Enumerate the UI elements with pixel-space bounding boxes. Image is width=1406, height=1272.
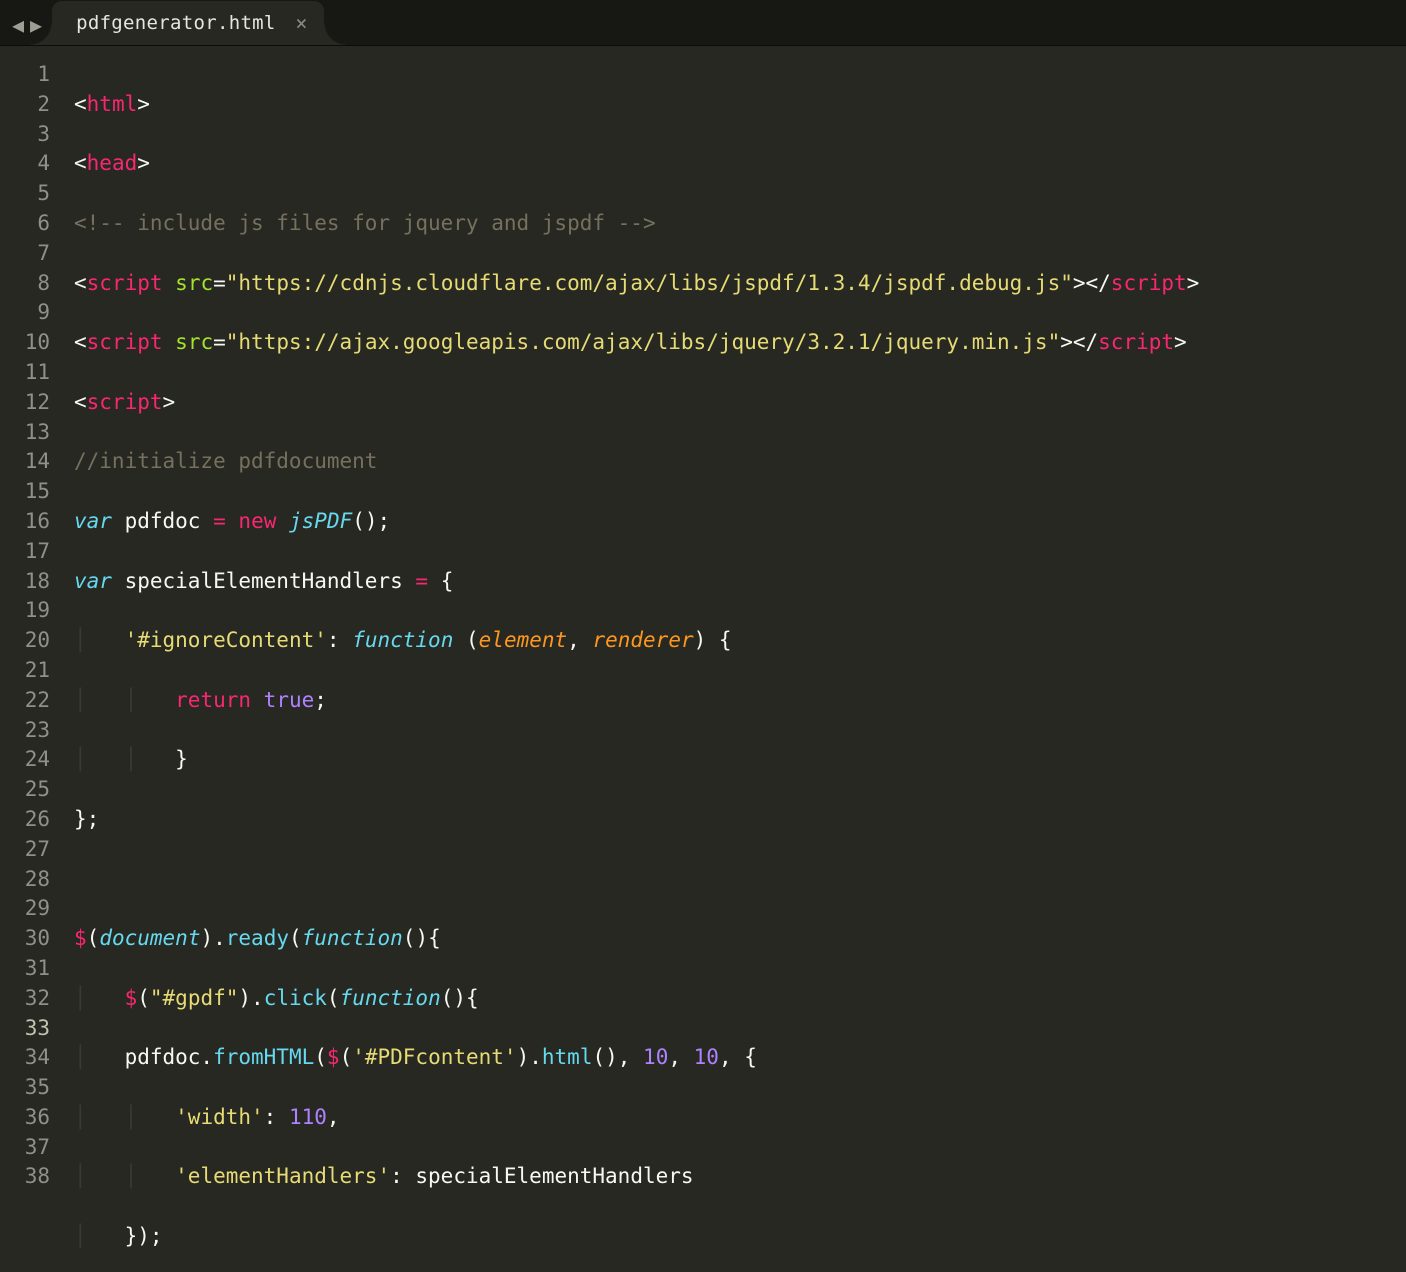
- code-line: <script>: [74, 388, 1199, 418]
- code-line: │ pdfdoc.fromHTML($('#PDFcontent').html(…: [74, 1043, 1199, 1073]
- code-line: <!-- include js files for jquery and jsp…: [74, 209, 1199, 239]
- line-number: 25: [0, 775, 50, 805]
- line-number: 33: [0, 1014, 50, 1044]
- line-number: 13: [0, 418, 50, 448]
- close-icon[interactable]: ×: [295, 1, 307, 45]
- line-number: 19: [0, 596, 50, 626]
- line-number: 24: [0, 745, 50, 775]
- line-number: 16: [0, 507, 50, 537]
- line-number: 14: [0, 447, 50, 477]
- line-number: 35: [0, 1073, 50, 1103]
- line-number: 15: [0, 477, 50, 507]
- code-line: │ │ 'elementHandlers': specialElementHan…: [74, 1162, 1199, 1192]
- line-number: 18: [0, 567, 50, 597]
- line-number: 28: [0, 865, 50, 895]
- code-line: <html>: [74, 90, 1199, 120]
- line-number: 26: [0, 805, 50, 835]
- line-number: 27: [0, 835, 50, 865]
- code-line: };: [74, 805, 1199, 835]
- code-area[interactable]: <html> <head> <!-- include js files for …: [62, 46, 1199, 1272]
- line-number: 32: [0, 984, 50, 1014]
- line-number: 3: [0, 120, 50, 150]
- code-editor[interactable]: 1234567891011121314151617181920212223242…: [0, 46, 1406, 1272]
- code-line: │ │ 'width': 110,: [74, 1103, 1199, 1133]
- line-number: 11: [0, 358, 50, 388]
- code-line: var specialElementHandlers = {: [74, 567, 1199, 597]
- line-number: 36: [0, 1103, 50, 1133]
- line-number: 23: [0, 716, 50, 746]
- line-number: 5: [0, 179, 50, 209]
- tab-bar: ◀ ▶ pdfgenerator.html ×: [0, 0, 1406, 46]
- code-line: │ │ return true;: [74, 686, 1199, 716]
- code-line: <script src="https://cdnjs.cloudflare.co…: [74, 269, 1199, 299]
- line-number: 21: [0, 656, 50, 686]
- code-line: <head>: [74, 149, 1199, 179]
- code-line: │ │ }: [74, 745, 1199, 775]
- code-line: $(document).ready(function(){: [74, 924, 1199, 954]
- line-number: 8: [0, 269, 50, 299]
- code-line: │ });: [74, 1222, 1199, 1252]
- tab-filename: pdfgenerator.html: [76, 12, 276, 34]
- code-line: │ $("#gpdf").click(function(){: [74, 984, 1199, 1014]
- line-number: 30: [0, 924, 50, 954]
- line-number: 2: [0, 90, 50, 120]
- code-line: │ '#ignoreContent': function (element, r…: [74, 626, 1199, 656]
- line-number: 6: [0, 209, 50, 239]
- code-line: var pdfdoc = new jsPDF();: [74, 507, 1199, 537]
- code-line: [74, 865, 1199, 895]
- line-number: 4: [0, 149, 50, 179]
- line-number: 9: [0, 298, 50, 328]
- nav-back-icon[interactable]: ◀: [12, 13, 24, 37]
- line-number: 38: [0, 1162, 50, 1192]
- code-line: <script src="https://ajax.googleapis.com…: [74, 328, 1199, 358]
- line-number: 20: [0, 626, 50, 656]
- line-number: 12: [0, 388, 50, 418]
- line-number: 22: [0, 686, 50, 716]
- line-number: 29: [0, 894, 50, 924]
- line-number-gutter: 1234567891011121314151617181920212223242…: [0, 46, 62, 1272]
- line-number: 1: [0, 60, 50, 90]
- line-number: 31: [0, 954, 50, 984]
- line-number: 10: [0, 328, 50, 358]
- line-number: 7: [0, 239, 50, 269]
- code-line: //initialize pdfdocument: [74, 447, 1199, 477]
- line-number: 34: [0, 1043, 50, 1073]
- line-number: 17: [0, 537, 50, 567]
- file-tab[interactable]: pdfgenerator.html ×: [52, 1, 324, 45]
- line-number: 37: [0, 1133, 50, 1163]
